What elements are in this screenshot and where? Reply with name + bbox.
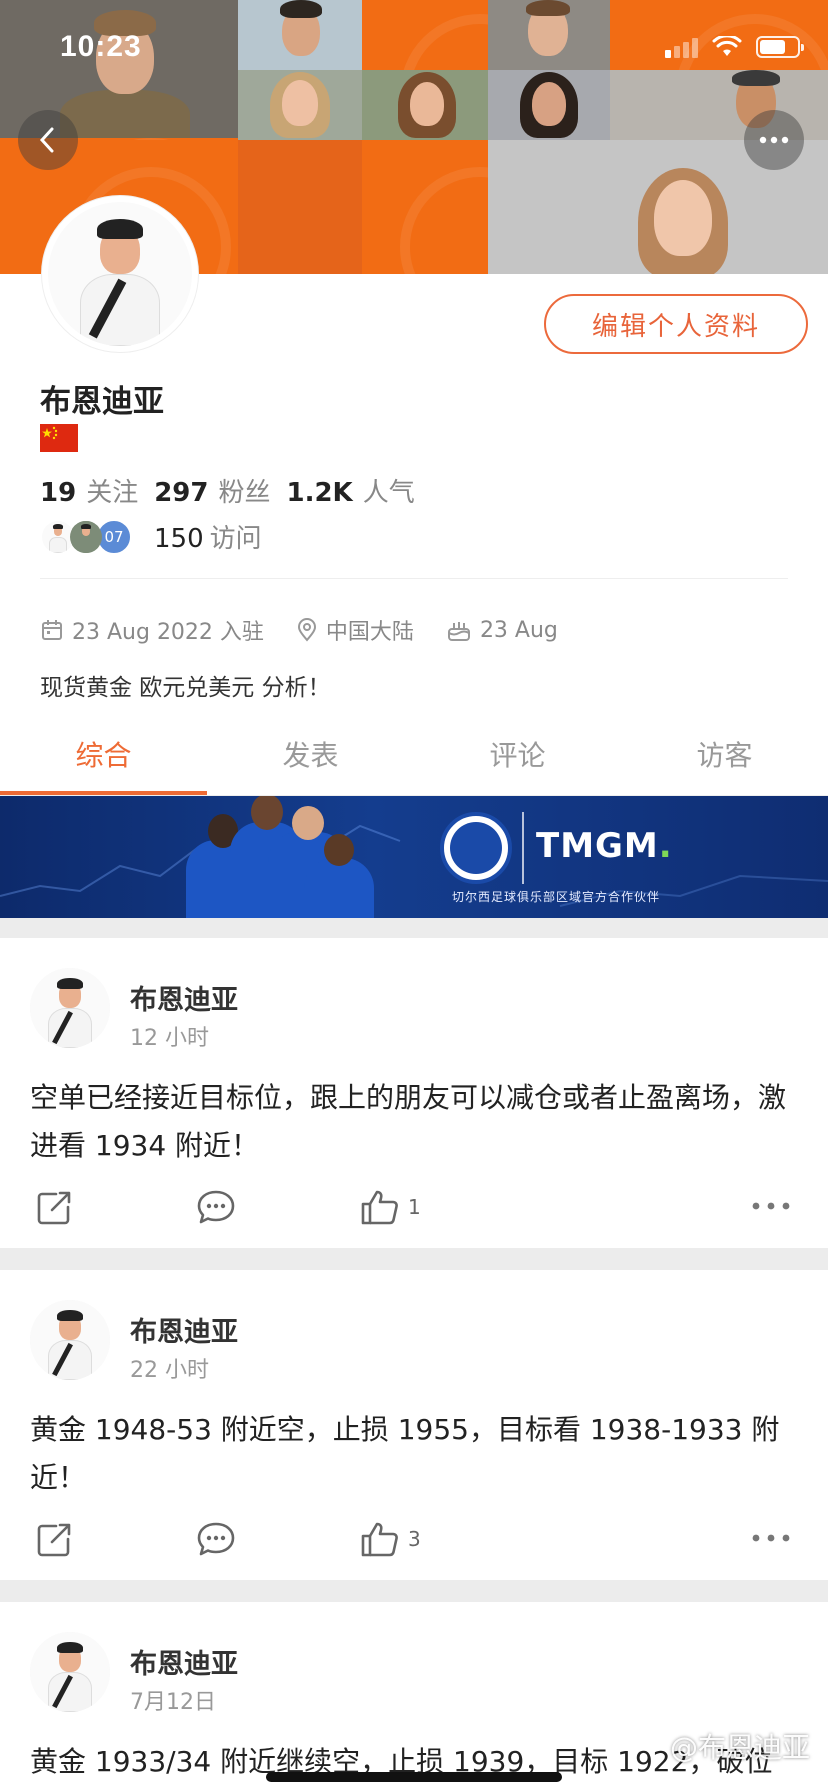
like-button[interactable]: 3 — [360, 1520, 421, 1558]
chevron-left-icon — [39, 127, 54, 153]
more-icon — [752, 1534, 790, 1542]
cover-pattern — [238, 140, 362, 274]
tab-overview[interactable]: 综合 — [0, 712, 207, 795]
tab-comments[interactable]: 评论 — [414, 712, 621, 795]
cover-photo — [238, 0, 362, 70]
share-icon — [37, 1191, 71, 1225]
profile-bio: 现货黄金 欧元兑美元 分析！ — [40, 675, 331, 701]
post-actions: 3 — [0, 1508, 828, 1568]
battery-icon — [756, 36, 804, 58]
post-card[interactable]: 布恩迪亚 12 小时 空单已经接近目标位，跟上的朋友可以减仓或者止盈离场，激进看… — [0, 938, 828, 1248]
fans-count[interactable]: 297 — [154, 478, 208, 508]
post-card[interactable]: 布恩迪亚 22 小时 黄金 1948-53 附近空，止损 1955，目标看 19… — [0, 1270, 828, 1580]
post-author-name[interactable]: 布恩迪亚 — [130, 978, 238, 1017]
profile-stats: 19 关注 297 粉丝 1.2K 人气 — [40, 472, 421, 509]
fans-label[interactable]: 粉丝 — [218, 472, 270, 509]
location-text: 中国大陆 — [325, 620, 414, 645]
visit-count: 150 — [154, 524, 204, 554]
cover-pattern — [362, 0, 488, 70]
location-pin-icon — [297, 618, 316, 642]
comment-icon — [197, 1522, 235, 1556]
visitor-summary[interactable]: 07 150 访问 — [40, 518, 262, 555]
thumbs-up-icon — [361, 1522, 398, 1557]
post-author-avatar[interactable] — [30, 1300, 110, 1380]
banner-backdrop — [0, 824, 828, 907]
banner-separator — [522, 812, 524, 884]
like-count: 1 — [408, 1195, 421, 1219]
divider — [40, 578, 788, 579]
following-count[interactable]: 19 — [40, 478, 76, 508]
wifi-icon — [712, 36, 742, 56]
cover-photo — [488, 70, 610, 140]
post-more-button[interactable] — [752, 1202, 790, 1210]
like-count: 3 — [408, 1527, 421, 1551]
profile-username: 布恩迪亚 — [40, 384, 164, 420]
profile-tabs: 综合 发表 评论 访客 — [0, 712, 828, 796]
more-icon — [759, 136, 789, 144]
watermark: @布恩迪亚 — [669, 1731, 810, 1764]
comment-icon — [197, 1190, 235, 1224]
tab-visitors[interactable]: 访客 — [621, 712, 828, 795]
china-flag-icon — [40, 424, 78, 452]
post-time: 12 小时 — [130, 1026, 209, 1051]
like-button[interactable]: 1 — [360, 1188, 421, 1226]
profile-avatar[interactable] — [42, 196, 198, 352]
cover-pattern — [610, 0, 828, 70]
tab-posts[interactable]: 发表 — [207, 712, 414, 795]
banner-subtitle: 切尔西足球俱乐部区域官方合作伙伴 — [452, 890, 661, 904]
comment-button[interactable] — [196, 1520, 236, 1558]
more-options-button[interactable] — [744, 110, 804, 170]
sponsor-logo: TMGM. — [536, 826, 673, 866]
post-more-button[interactable] — [752, 1534, 790, 1542]
more-icon — [752, 1202, 790, 1210]
post-author-avatar[interactable] — [30, 968, 110, 1048]
following-label[interactable]: 关注 — [86, 472, 138, 509]
calendar-icon — [42, 620, 62, 640]
post-actions: 1 — [0, 1176, 828, 1236]
share-icon — [37, 1523, 71, 1557]
status-icons — [665, 36, 804, 58]
cover-photo — [362, 70, 488, 140]
comment-button[interactable] — [196, 1188, 236, 1226]
post-content[interactable]: 空单已经接近目标位，跟上的朋友可以减仓或者止盈离场，激进看 1934 附近！ — [30, 1074, 800, 1170]
post-time: 7月12日 — [130, 1690, 216, 1715]
chelsea-crest-icon — [440, 812, 512, 884]
profile-meta: 23 Aug 2022 入驻 中国大陆 23 Aug — [40, 614, 580, 646]
post-author-name[interactable]: 布恩迪亚 — [130, 1310, 238, 1349]
cover-photo — [488, 0, 610, 70]
post-time: 22 小时 — [130, 1358, 209, 1383]
share-button[interactable] — [36, 1520, 74, 1558]
popularity-count: 1.2K — [286, 478, 353, 508]
thumbs-up-icon — [361, 1190, 398, 1225]
signal-icon — [665, 36, 698, 58]
share-button[interactable] — [36, 1188, 74, 1226]
birthday-cake-icon — [447, 622, 470, 641]
post-content[interactable]: 黄金 1948-53 附近空，止损 1955，目标看 1938-1933 附近！ — [30, 1406, 800, 1502]
visit-stat: 150 访问 — [154, 518, 262, 555]
ad-banner[interactable]: TMGM. 切尔西足球俱乐部区域官方合作伙伴 — [0, 796, 828, 918]
cover-pattern — [362, 140, 488, 274]
birthday-text: 23 Aug — [479, 617, 558, 643]
post-author-name[interactable]: 布恩迪亚 — [130, 1642, 238, 1681]
visitor-avatar — [68, 518, 104, 555]
visit-label: 访问 — [209, 524, 262, 554]
player-graphic — [304, 834, 374, 918]
status-time: 10:23 — [60, 30, 142, 63]
popularity-label: 人气 — [362, 478, 415, 508]
cover-photo — [238, 70, 362, 140]
joined-date: 23 Aug 2022 入驻 — [72, 620, 264, 645]
post-author-avatar[interactable] — [30, 1632, 110, 1712]
home-indicator[interactable] — [266, 1772, 562, 1782]
back-button[interactable] — [18, 110, 78, 170]
edit-profile-button[interactable]: 编辑个人资料 — [544, 294, 808, 354]
